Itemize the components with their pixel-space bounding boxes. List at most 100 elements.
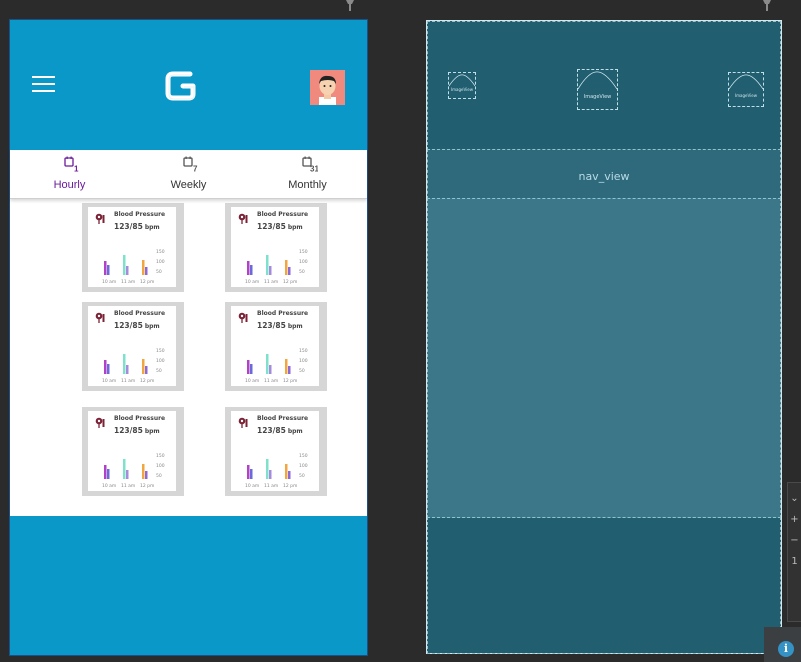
blueprint-header[interactable]: ImageView ImageView ImageView (427, 21, 781, 150)
chart-bar (142, 260, 145, 275)
pin-icon[interactable] (345, 0, 355, 11)
tab-0[interactable]: 1 Hourly (10, 150, 129, 198)
card-value-number: 123/85 (257, 426, 286, 435)
chart-bar (126, 365, 129, 374)
x-tick-label: 10 am (102, 378, 116, 384)
blueprint-list[interactable] (427, 198, 781, 518)
blueprint-imageview-left[interactable]: ImageView (448, 72, 476, 99)
x-tick-label: 12 pm (283, 378, 297, 384)
blood-pressure-card[interactable]: Blood Pressure 123/85 bpm 10 am 11 am 12 pm 15… (82, 302, 184, 391)
chart-bar (285, 359, 288, 374)
y-tick-label: 100 (299, 358, 308, 364)
y-tick-label: 150 (299, 348, 308, 354)
card-title: Blood Pressure (114, 310, 166, 317)
blood-pressure-icon (238, 417, 248, 428)
y-tick-label: 100 (299, 259, 308, 265)
y-tick-label: 100 (299, 463, 308, 469)
y-tick-label: 50 (299, 473, 305, 479)
blood-pressure-icon (95, 312, 105, 323)
chart-bar (107, 364, 110, 374)
chart-bar (123, 354, 126, 374)
chart-bar (142, 359, 145, 374)
mini-chart: 10 am 11 am 12 pm 150 100 50 (245, 249, 308, 285)
blood-pressure-card[interactable]: Blood Pressure 123/85 bpm 10 am 11 am 12 pm 15… (225, 203, 327, 292)
card-value-number: 123/85 (114, 426, 143, 435)
card-title: Blood Pressure (257, 211, 309, 218)
chart-bar (104, 465, 107, 479)
blood-pressure-icon (238, 213, 248, 224)
blood-pressure-card[interactable]: Blood Pressure 123/85 bpm 10 am 11 am 12 pm 15… (225, 407, 327, 496)
card-title: Blood Pressure (114, 211, 166, 218)
chart-bar (247, 261, 250, 275)
x-tick-label: 11 am (264, 483, 278, 489)
y-tick-label: 50 (299, 368, 305, 374)
blood-pressure-icon (238, 312, 248, 323)
blueprint-nav-label: nav_view (578, 170, 630, 183)
chart-bar (247, 360, 250, 374)
card-value-number: 123/85 (257, 321, 286, 330)
card-value-unit: bpm (144, 224, 160, 231)
zoom-in-icon[interactable]: + (788, 514, 801, 525)
x-tick-label: 11 am (121, 483, 135, 489)
chart-bar (269, 365, 272, 374)
blood-pressure-card[interactable]: Blood Pressure 123/85 bpm 10 am 11 am 12 pm 15… (225, 302, 327, 391)
calendar-icon: 1 (63, 156, 79, 172)
chart-bar (250, 364, 253, 374)
card-value-unit: bpm (287, 224, 303, 231)
card-value: 123/85 bpm (257, 426, 303, 435)
chevron-down-icon[interactable]: ⌄ (788, 493, 801, 504)
card-value-unit: bpm (287, 323, 303, 330)
card-body: Blood Pressure 123/85 bpm 10 am 11 am 12 pm 15… (231, 411, 319, 491)
y-tick-label: 50 (156, 269, 162, 275)
blueprint-footer[interactable] (427, 517, 781, 654)
design-preview[interactable]: 1 Hourly 7 Weekly 31 Monthly Blood Pressure 12… (9, 19, 368, 656)
blueprint-imageview-right[interactable]: ImageView (728, 72, 764, 107)
mini-chart: 10 am 11 am 12 pm 150 100 50 (102, 348, 165, 384)
tab-label: Weekly (170, 179, 207, 191)
menu-icon[interactable] (32, 76, 55, 92)
avatar[interactable] (310, 70, 345, 105)
info-icon[interactable]: i (778, 641, 794, 657)
card-value: 123/85 bpm (114, 222, 160, 231)
x-tick-label: 12 pm (283, 279, 297, 285)
blood-pressure-card[interactable]: Blood Pressure 123/85 bpm 10 am 11 am 12 pm 15… (82, 407, 184, 496)
blueprint-imageview-center[interactable]: ImageView (577, 69, 618, 110)
bottom-area (10, 516, 367, 655)
mini-chart: 10 am 11 am 12 pm 150 100 50 (245, 348, 308, 384)
reset-zoom-icon[interactable]: 1 (788, 556, 801, 567)
x-tick-label: 12 pm (140, 378, 154, 384)
x-tick-label: 10 am (245, 483, 259, 489)
y-tick-label: 100 (156, 358, 165, 364)
blood-pressure-card[interactable]: Blood Pressure 123/85 bpm 10 am 11 am 12 pm 15… (82, 203, 184, 292)
blueprint-preview[interactable]: ImageView ImageView ImageView nav_view (426, 20, 782, 654)
blueprint-nav-view[interactable]: nav_view (427, 149, 781, 199)
tab-label: Hourly (53, 179, 86, 191)
logo-icon (163, 68, 199, 104)
blueprint-imageview-left-label: ImageView (450, 87, 474, 92)
zoom-out-icon[interactable]: − (788, 535, 801, 546)
chart-bar (107, 469, 110, 479)
blueprint-imageview-right-label: ImageView (734, 93, 758, 98)
x-tick-label: 11 am (121, 279, 135, 285)
tab-2[interactable]: 31 Monthly (248, 150, 367, 198)
chart-bar (266, 255, 269, 275)
pin-icon[interactable] (762, 0, 772, 11)
card-value: 123/85 bpm (114, 426, 160, 435)
y-tick-label: 50 (156, 473, 162, 479)
blood-pressure-icon (95, 213, 105, 224)
chart-bar (288, 471, 291, 479)
zoom-toolbar[interactable]: ⌄ + − 1 (787, 482, 801, 622)
card-value-number: 123/85 (257, 222, 286, 231)
calendar-number: 7 (193, 165, 198, 173)
y-tick-label: 150 (156, 348, 165, 354)
card-title: Blood Pressure (114, 415, 166, 422)
chart-bar (266, 354, 269, 374)
chart-bar (142, 464, 145, 479)
y-tick-label: 150 (299, 453, 308, 459)
card-value: 123/85 bpm (257, 222, 303, 231)
mini-chart: 10 am 11 am 12 pm 150 100 50 (102, 249, 165, 285)
card-body: Blood Pressure 123/85 bpm 10 am 11 am 12 pm 15… (88, 411, 176, 491)
card-value: 123/85 bpm (257, 321, 303, 330)
tab-1[interactable]: 7 Weekly (129, 150, 248, 198)
chart-bar (107, 265, 110, 275)
